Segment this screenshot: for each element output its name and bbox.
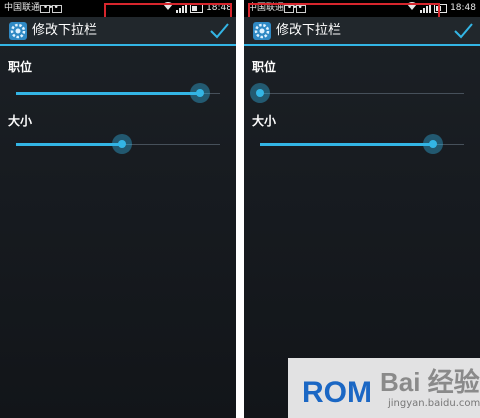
checkmark-icon[interactable] [452,20,474,42]
page-title: 修改下拉栏 [276,23,342,38]
page-title: 修改下拉栏 [32,23,98,38]
message-icon [40,5,50,13]
size-label: 大小 [8,114,33,128]
position-label: 职位 [252,60,277,74]
action-bar: 修改下拉栏 [244,17,480,46]
slider-fill [260,143,434,146]
watermark-baidu-logo: Bai 经验 [380,367,480,397]
slider-thumb[interactable] [112,134,133,154]
slider-fill [16,143,123,146]
slider-thumb[interactable] [189,83,210,103]
slider-thumb[interactable] [423,134,444,154]
clock: 18:48 [450,3,476,13]
watermark-url: jingyan.baidu.com [388,398,480,409]
image-icon [52,5,62,13]
checkmark-icon[interactable] [208,20,230,42]
slider-track [260,93,464,94]
action-bar: 修改下拉栏 [0,17,236,46]
watermark-rom-logo: ROM [302,376,372,409]
gear-icon[interactable] [252,21,272,41]
slider-thumb[interactable] [250,83,270,103]
gear-icon[interactable] [8,21,28,41]
phone-screen-left: 中国联通 ••• 18:48 修改下拉栏 职位 大小 [0,0,236,418]
size-label: 大小 [252,114,277,128]
watermark: ROM Bai 经验 jingyan.baidu.com [288,358,480,418]
position-label: 职位 [8,60,33,74]
phone-screen-right: 中国联通 ••• 18:48 修改下拉栏 职位 大小 [244,0,480,418]
slider-fill [16,92,200,95]
